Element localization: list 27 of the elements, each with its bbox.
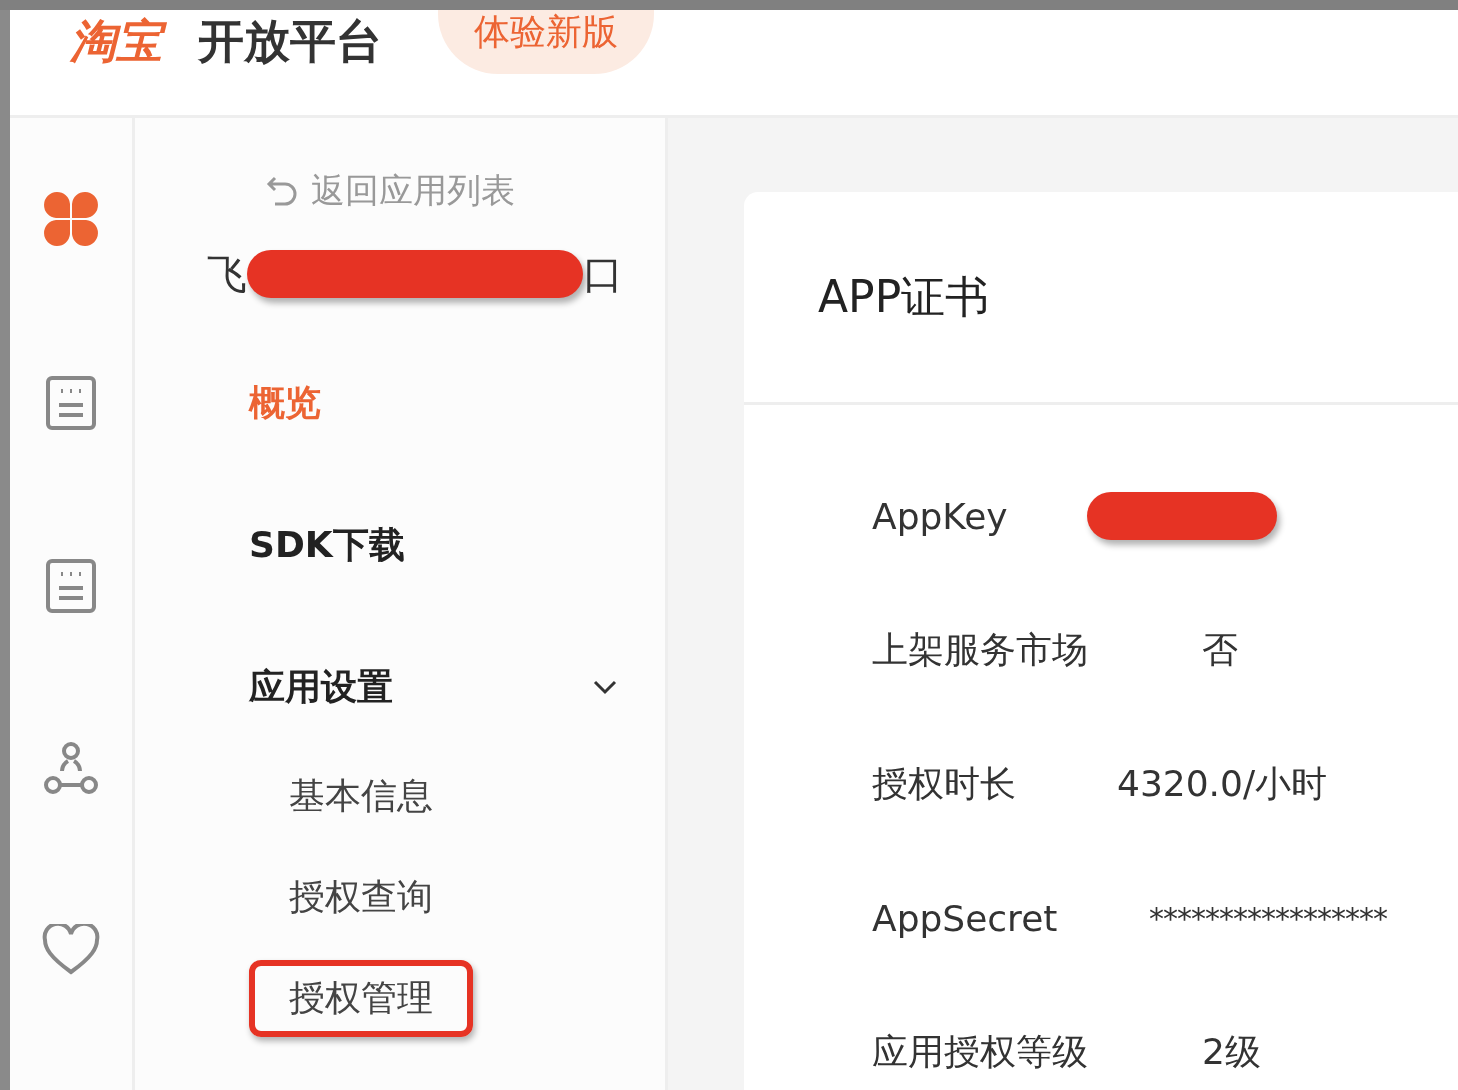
field-label: 应用授权等级 — [872, 1029, 1089, 1074]
field-value: 4320.0/小时 — [1117, 761, 1328, 806]
field-value: 2级 — [1202, 1029, 1261, 1074]
platform-title: 开放平台 — [198, 13, 382, 70]
nav-subitem[interactable]: 授权管理 — [249, 960, 473, 1037]
taobao-logo: 淘宝 — [70, 10, 168, 72]
undo-icon — [265, 174, 299, 208]
field-label: 上架服务市场 — [872, 627, 1089, 672]
field-value: 否 — [1202, 627, 1238, 672]
clover-icon[interactable] — [42, 190, 100, 248]
app-name: 口 — [583, 249, 623, 299]
nav-item[interactable]: SDK下载 — [135, 474, 665, 616]
field-label: AppKey — [872, 495, 1009, 537]
document-icon[interactable] — [45, 558, 97, 614]
nav-subitem[interactable]: 授权查询 — [249, 859, 473, 936]
card-title: APP证书 — [818, 269, 990, 324]
document-icon[interactable] — [45, 375, 97, 431]
field-label: 授权时长 — [872, 761, 1017, 806]
nav-item[interactable]: 应用设置 — [135, 616, 665, 758]
people-icon[interactable] — [42, 741, 100, 797]
field-value: ***************** — [1149, 900, 1387, 936]
field-label: AppSecret — [872, 897, 1059, 939]
heart-icon[interactable] — [42, 924, 100, 976]
app-name: 飞 — [207, 249, 247, 299]
nav-subitem[interactable]: 基本信息 — [249, 758, 473, 835]
chevron-icon — [593, 679, 617, 695]
back-link-text: 返回应用列表 — [311, 169, 515, 212]
